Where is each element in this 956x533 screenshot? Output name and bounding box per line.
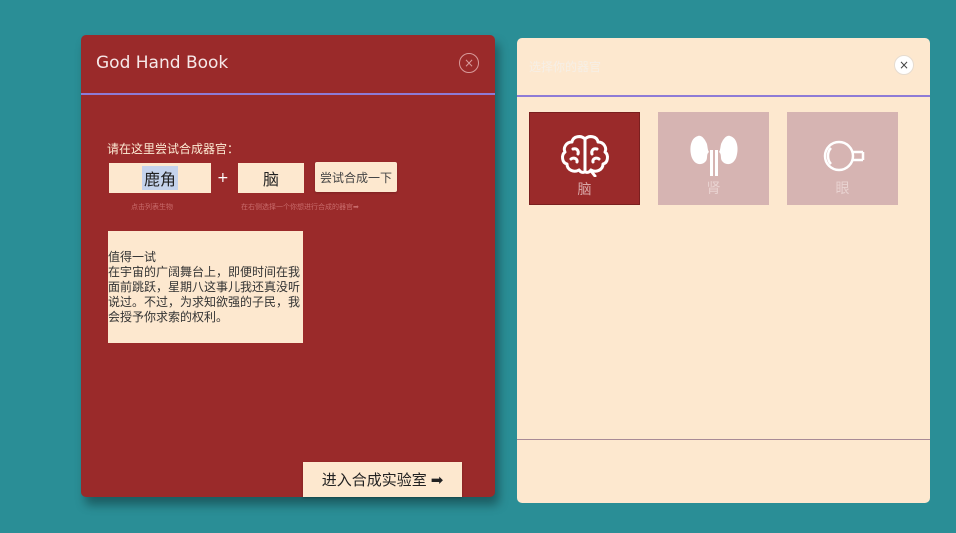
ingredient-2-label: 脑: [262, 170, 279, 189]
try-synthesis-button[interactable]: 尝试合成一下: [315, 162, 397, 192]
close-icon[interactable]: ×: [894, 55, 914, 75]
eye-icon: [823, 140, 864, 172]
panel-title: God Hand Book: [96, 53, 229, 73]
organ-panel-title: 选择你的器官: [529, 60, 602, 74]
enter-lab-button[interactable]: 进入合成实验室 ➡: [303, 462, 462, 497]
result-text: 在宇宙的广阔舞台上，即便时间在我面前跳跃，星期八这事儿我还真没听说过。不过，为求…: [108, 265, 301, 324]
organ-label-brain: 脑: [577, 182, 592, 198]
organ-panel-header: 选择你的器官 ×: [517, 38, 930, 97]
synthesis-panel-header: God Hand Book ×: [81, 35, 495, 95]
kidney-icon: [689, 135, 738, 176]
hint-creature: 点击列表生物: [131, 203, 173, 211]
result-message: 值得一试 在宇宙的广阔舞台上，即便时间在我面前跳跃，星期八这事儿我还真没听说过。…: [108, 231, 303, 343]
organ-tile-eye[interactable]: 眼: [787, 112, 898, 205]
ingredient-slot-1[interactable]: 鹿角: [109, 163, 211, 193]
organ-label-kidney: 肾: [706, 181, 721, 197]
synthesis-prompt: 请在这里尝试合成器官：: [107, 142, 240, 156]
enter-lab-label: 进入合成实验室: [321, 471, 427, 489]
organ-selection-panel: 选择你的器官 × 脑 肾 眼: [517, 38, 930, 503]
hint-organ: 在右侧选择一个你想进行合成的器官➡: [241, 203, 359, 211]
organ-label-eye: 眼: [835, 181, 850, 197]
arrow-right-icon: ➡: [430, 470, 444, 489]
organ-tile-kidney[interactable]: 肾: [658, 112, 769, 205]
synthesis-panel: God Hand Book × 请在这里尝试合成器官： 鹿角 + 脑 尝试合成一…: [81, 35, 495, 497]
plus-sign: +: [217, 170, 229, 186]
footer-divider: [517, 439, 930, 440]
result-title: 值得一试: [108, 250, 157, 264]
brain-icon: [560, 135, 609, 177]
ingredient-slot-2[interactable]: 脑: [238, 163, 304, 193]
organ-tile-brain[interactable]: 脑: [529, 112, 640, 205]
close-icon[interactable]: ×: [459, 53, 479, 73]
ingredient-1-label: 鹿角: [141, 166, 178, 190]
